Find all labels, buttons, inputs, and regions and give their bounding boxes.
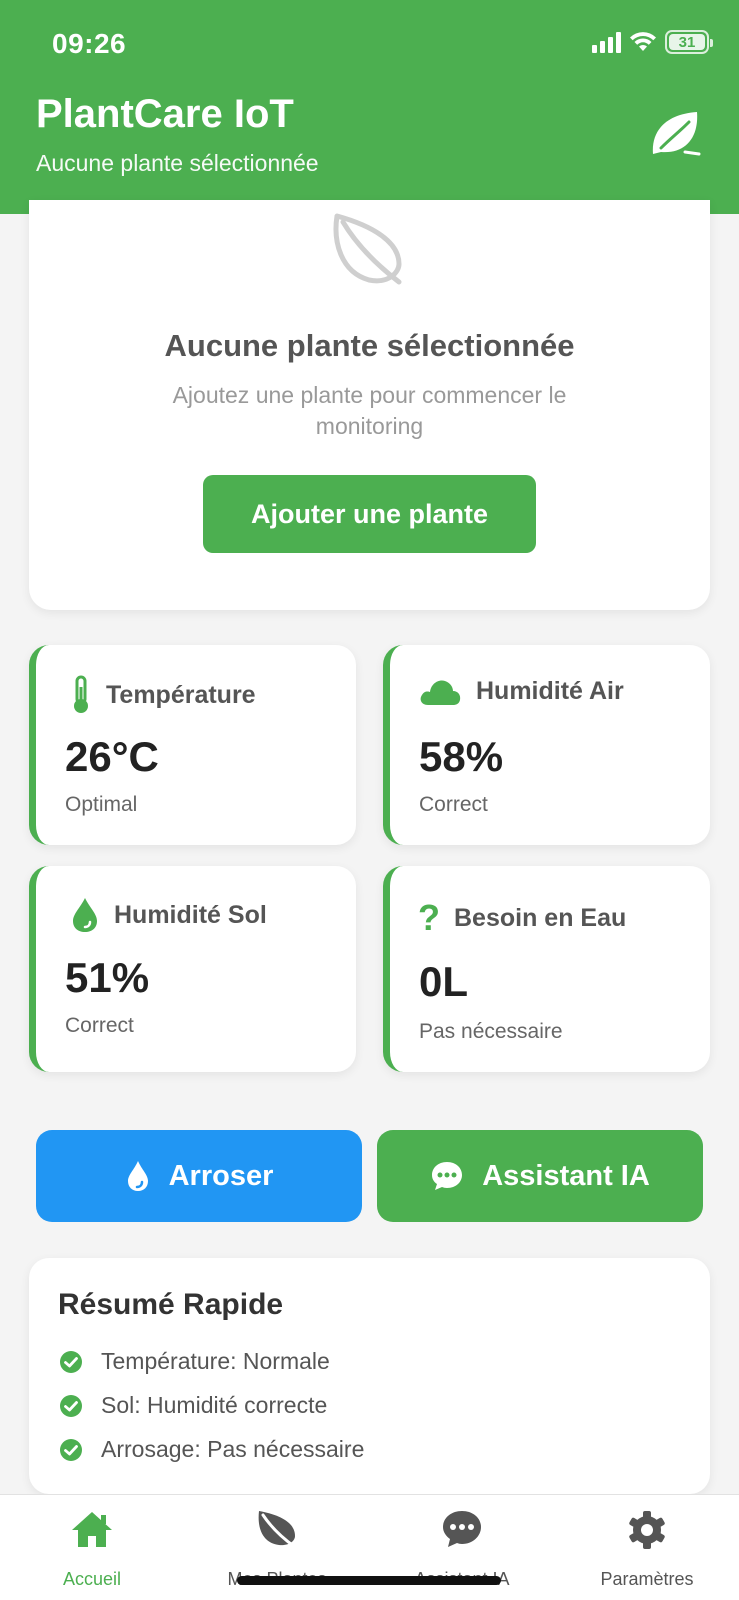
question-icon: ? [418,897,440,938]
check-circle-icon [60,1350,82,1373]
metric-card-soil-humidity: Humidité Sol 51% Correct [29,866,356,1072]
battery-icon: 31 [665,30,713,54]
cellular-signal-icon [592,31,621,53]
add-plant-button[interactable]: Ajouter une plante [203,475,536,553]
quick-summary-card: Résumé Rapide Température: Normale Sol: … [29,1258,710,1494]
tab-label: Paramètres [600,1569,694,1589]
status-icons: 31 [592,30,713,54]
chat-icon [443,1511,481,1547]
empty-state-title: Aucune plante sélectionnée [164,328,575,363]
metric-card-temperature: Température 26°C Optimal [29,645,356,845]
summary-item-text: Arrosage: Pas nécessaire [101,1436,365,1462]
metric-label: Température [106,680,256,709]
metric-status: Optimal [65,793,138,816]
metric-value: 0L [419,958,469,1005]
app-title: PlantCare IoT [36,92,294,136]
metric-card-air-humidity: Humidité Air 58% Correct [383,645,710,845]
summary-item-text: Sol: Humidité correcte [101,1392,328,1418]
empty-state-card: Aucune plante sélectionnée Ajoutez une p… [29,200,710,610]
leaf-outline-icon [329,212,409,297]
summary-item-text: Température: Normale [101,1348,330,1374]
metric-value: 26°C [65,733,159,780]
tab-label: Accueil [62,1569,122,1589]
leaf-icon [649,108,703,163]
metric-status: Pas nécessaire [419,1020,563,1043]
summary-title: Résumé Rapide [58,1288,284,1321]
app-header: 09:26 31 PlantCare IoT Aucune plante sél… [0,0,739,214]
wifi-icon [630,32,656,51]
water-drop-icon [73,898,97,932]
water-button[interactable]: Arroser [36,1130,362,1222]
summary-item: Température: Normale [59,1348,330,1375]
chat-icon [432,1162,463,1190]
assistant-button[interactable]: Assistant IA [377,1130,703,1222]
tab-parametres[interactable]: Paramètres [572,1495,722,1600]
metric-status: Correct [419,793,488,816]
summary-item: Arrosage: Pas nécessaire [59,1436,364,1463]
tab-accueil[interactable]: Accueil [17,1495,167,1600]
status-time: 09:26 [52,28,127,59]
metric-status: Correct [65,1014,134,1037]
water-drop-icon [127,1161,148,1191]
home-icon [72,1512,112,1547]
summary-item: Sol: Humidité correcte [59,1392,327,1419]
metric-card-water-need: ? Besoin en Eau 0L Pas nécessaire [383,866,710,1072]
metric-label: Humidité Air [476,676,624,705]
leaf-icon [258,1511,297,1549]
battery-level: 31 [669,34,705,51]
home-indicator[interactable] [237,1576,501,1585]
cloud-icon [420,680,461,705]
metric-value: 51% [65,954,150,1001]
gear-icon [629,1511,665,1549]
check-circle-icon [60,1394,82,1417]
metric-value: 58% [419,733,504,780]
empty-state-description: Ajoutez une plante pour commencer le mon… [172,382,567,439]
assistant-button-label: Assistant IA [482,1159,650,1192]
check-circle-icon [60,1438,82,1461]
water-button-label: Arroser [168,1159,274,1192]
app-subtitle: Aucune plante sélectionnée [36,150,319,176]
metric-label: Besoin en Eau [454,903,627,932]
thermometer-icon [74,675,88,713]
metric-label: Humidité Sol [114,900,267,929]
